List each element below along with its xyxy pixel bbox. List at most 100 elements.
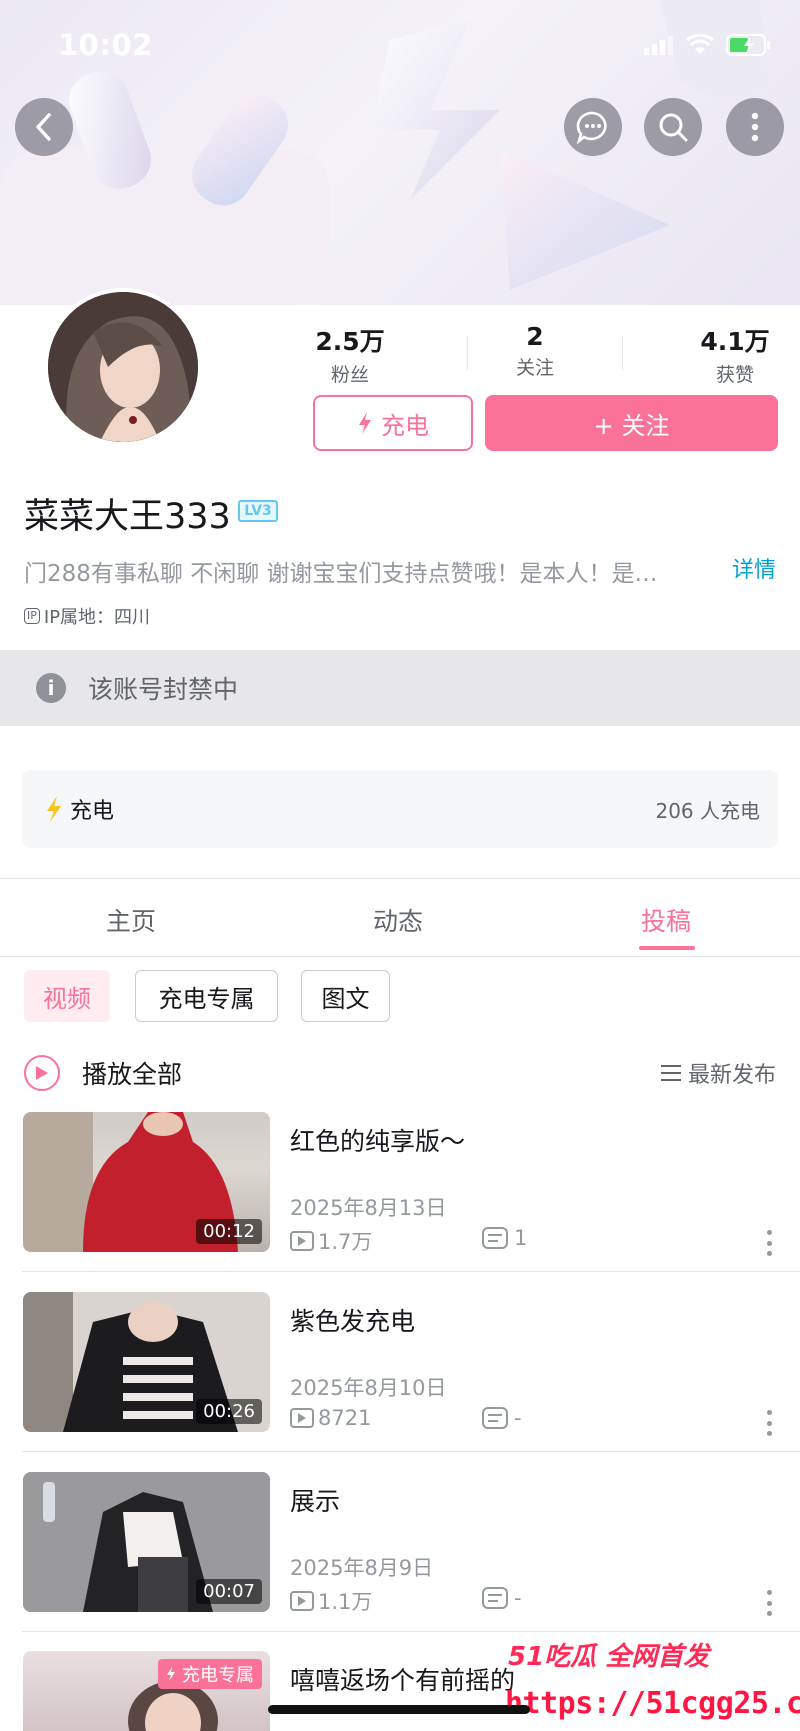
stat-likes-label: 获赞 [715, 364, 754, 386]
video-item[interactable]: 00:12 红色的纯享版～ 2025年8月13日 1.7万 1 [0, 1112, 800, 1292]
filter-video[interactable]: 视频 [24, 970, 110, 1022]
tab-dynamics[interactable]: 动态 [373, 902, 423, 938]
lightning-icon [47, 796, 61, 822]
charge-card-label: 充电 [70, 799, 115, 824]
wifi-icon [686, 34, 714, 54]
bio-text[interactable]: 门288有事私聊 不闲聊 谢谢宝宝们支持点赞哦！是本人！是… [24, 554, 714, 588]
sort-button[interactable]: 最新发布 [660, 1057, 776, 1089]
charge-card-count: 206 人充电 [655, 798, 760, 823]
play-all-row: 播放全部 最新发布 [24, 1053, 776, 1093]
comment-icon [482, 1587, 508, 1609]
bio-details-link[interactable]: 详情 [732, 552, 776, 584]
sort-icon [660, 1065, 681, 1081]
stat-fans-label: 粉丝 [330, 364, 369, 386]
back-button[interactable] [15, 98, 73, 156]
video-date: 2025年8月13日 [290, 1196, 447, 1220]
signal-icon [644, 36, 673, 55]
info-icon: i [36, 673, 66, 703]
more-button[interactable] [726, 98, 784, 156]
more-vertical-icon [751, 112, 759, 142]
video-comments-count: 1 [514, 1226, 528, 1250]
video-item[interactable]: 00:07 展示 2025年8月9日 1.1万 - [0, 1472, 800, 1652]
divider [22, 1271, 800, 1272]
divider [22, 1631, 800, 1632]
stat-fans[interactable]: 2.5万 粉丝 [310, 322, 390, 387]
stat-fans-value: 2.5万 [315, 327, 385, 356]
avatar-image [48, 292, 198, 442]
divider [22, 1451, 800, 1452]
video-comments: - [482, 1586, 522, 1610]
status-time: 10:02 [58, 28, 153, 62]
video-views-count: 1.1万 [318, 1590, 373, 1614]
charge-button[interactable]: 充电 [313, 395, 473, 451]
tab-uploads[interactable]: 投稿 [641, 902, 691, 938]
message-button[interactable] [564, 98, 622, 156]
banned-notice: i 该账号封禁中 [0, 650, 800, 726]
video-more-button[interactable] [766, 1590, 772, 1616]
video-title[interactable]: 展示 [290, 1482, 340, 1518]
play-all-button[interactable] [24, 1055, 60, 1091]
ip-icon: IP [24, 608, 40, 624]
video-comments-count: - [514, 1406, 522, 1430]
chat-icon [576, 111, 607, 144]
watermark-brand: 51吃瓜 全网首发 [508, 1642, 710, 1672]
video-thumbnail[interactable]: 充电专属 [23, 1651, 270, 1731]
video-views: 8721 [290, 1406, 371, 1430]
profile-stats: 2.5万 粉丝 2 关注 4.1万 获赞 [290, 322, 780, 386]
search-button[interactable] [644, 98, 702, 156]
ip-location-text: IP属地：四川 [43, 607, 151, 628]
level-badge: LV3 [238, 500, 278, 522]
video-views-count: 8721 [318, 1406, 372, 1430]
video-duration: 00:26 [196, 1399, 262, 1424]
charge-card[interactable]: 充电 206 人充电 [22, 770, 778, 848]
play-count-icon [290, 1408, 314, 1428]
stat-likes-value: 4.1万 [700, 327, 770, 356]
divider [0, 956, 800, 957]
play-all-label[interactable]: 播放全部 [82, 1055, 182, 1091]
chevron-left-icon [36, 113, 51, 141]
divider [0, 878, 800, 879]
stat-divider [467, 336, 468, 370]
video-duration: 00:12 [196, 1219, 262, 1244]
video-thumbnail[interactable]: 00:12 [23, 1112, 270, 1252]
video-title[interactable]: 红色的纯享版～ [290, 1122, 465, 1158]
video-item[interactable]: 00:26 紫色发充电 2025年8月10日 8721 - [0, 1292, 800, 1472]
video-thumbnail[interactable]: 00:26 [23, 1292, 270, 1432]
stat-divider [622, 336, 623, 370]
video-views-count: 1.7万 [318, 1230, 373, 1254]
video-more-button[interactable] [766, 1230, 772, 1256]
video-thumbnail[interactable]: 00:07 [23, 1472, 270, 1612]
search-icon [659, 113, 688, 142]
tab-active-indicator [639, 946, 695, 950]
video-duration: 00:07 [196, 1579, 262, 1604]
charge-button-label: 充电 [381, 411, 429, 440]
video-comments-count: - [514, 1586, 522, 1610]
username: 菜菜大王333 [24, 497, 231, 537]
filter-image-text[interactable]: 图文 [301, 970, 390, 1022]
video-title[interactable]: 嘻嘻返场个有前摇的 [290, 1661, 515, 1697]
banned-notice-text: 该账号封禁中 [88, 675, 239, 704]
watermark-url: https://51cgg25.com [505, 1686, 800, 1721]
play-count-icon [290, 1231, 314, 1251]
ip-location: IP IP属地：四川 [24, 603, 150, 629]
comment-icon [482, 1407, 508, 1429]
filter-charge-exclusive[interactable]: 充电专属 [135, 970, 278, 1022]
profile-tabs: 主页 动态 投稿 [0, 880, 800, 956]
video-comments: 1 [482, 1226, 527, 1250]
play-icon [36, 1066, 48, 1080]
follow-button[interactable]: + 关注 [485, 395, 778, 451]
video-title[interactable]: 紫色发充电 [290, 1302, 415, 1338]
stat-likes[interactable]: 4.1万 获赞 [695, 322, 775, 387]
stat-following[interactable]: 2 关注 [505, 322, 565, 380]
charge-exclusive-badge: 充电专属 [158, 1659, 262, 1689]
avatar[interactable] [44, 288, 202, 446]
video-comments: - [482, 1406, 522, 1430]
stat-following-label: 关注 [515, 357, 554, 379]
charge-exclusive-badge-label: 充电专属 [182, 1665, 254, 1686]
video-views: 1.7万 [290, 1226, 372, 1256]
tab-home[interactable]: 主页 [106, 902, 156, 938]
video-more-button[interactable] [766, 1410, 772, 1436]
home-indicator [268, 1705, 530, 1714]
lightning-icon [359, 412, 371, 434]
video-views: 1.1万 [290, 1586, 372, 1616]
